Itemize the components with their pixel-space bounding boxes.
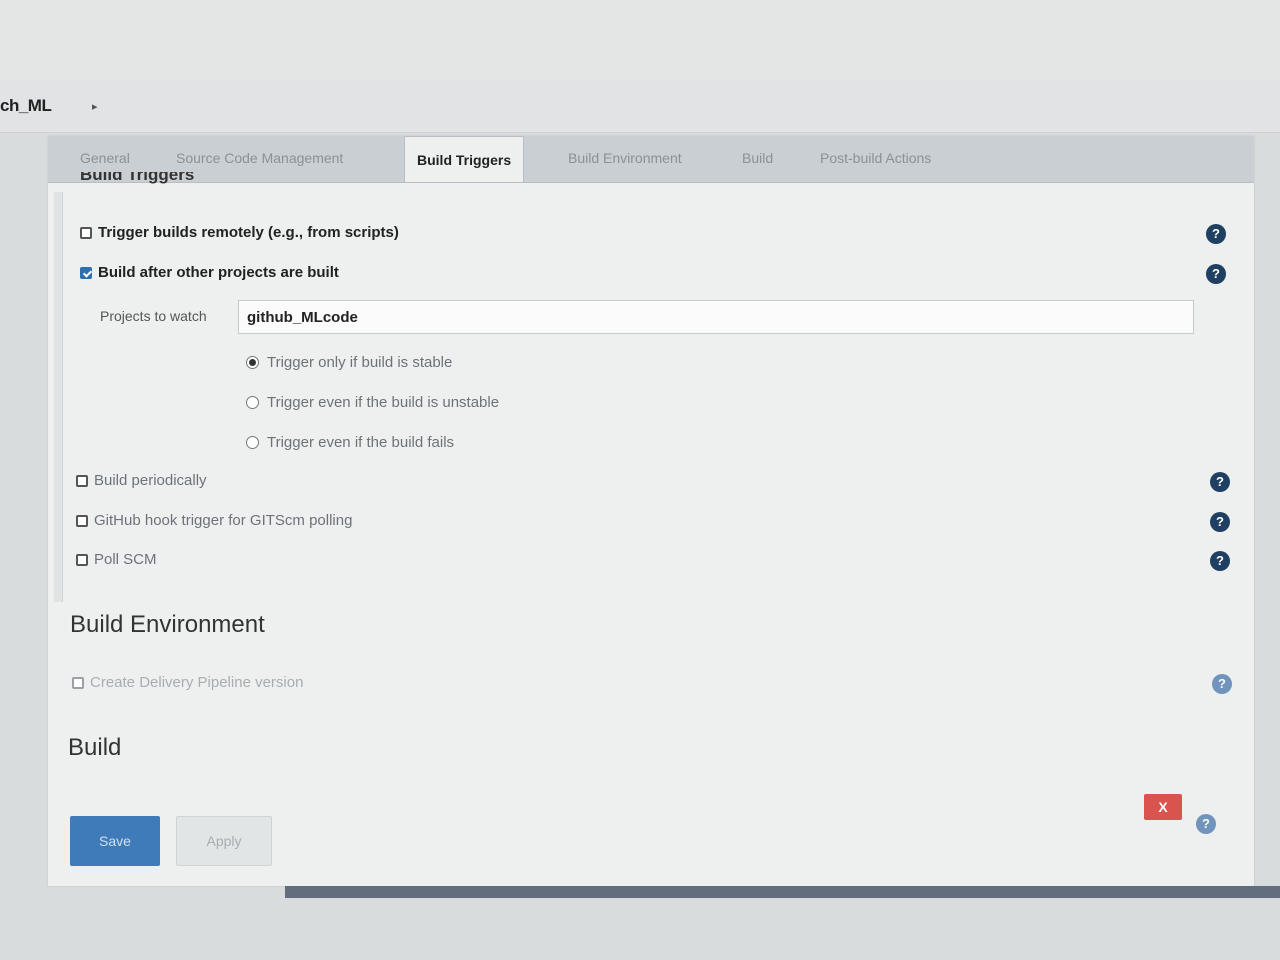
delivery-pipeline-label: Create Delivery Pipeline version [90, 674, 304, 691]
projects-to-watch-input[interactable] [238, 300, 1194, 334]
delete-button[interactable]: X [1144, 794, 1182, 820]
radio-stable-row[interactable]: Trigger only if build is stable [246, 354, 452, 371]
github-hook-checkbox[interactable] [76, 514, 88, 527]
poll-scm-label: Poll SCM [94, 551, 157, 568]
github-hook-row[interactable]: GitHub hook trigger for GITScm polling [76, 512, 352, 529]
tab-general[interactable]: General [80, 150, 130, 166]
radio-stable-label: Trigger only if build is stable [267, 354, 453, 371]
trigger-remote-row[interactable]: Trigger builds remotely (e.g., from scri… [80, 224, 399, 241]
build-periodically-row[interactable]: Build periodically [76, 472, 207, 489]
trigger-after-other-checkbox[interactable] [80, 266, 92, 279]
section-header-build-triggers: Build Triggers [80, 172, 195, 184]
top-band [0, 0, 1280, 80]
trigger-after-other-row[interactable]: Build after other projects are built [80, 264, 339, 281]
radio-unstable-label: Trigger even if the build is unstable [267, 394, 500, 411]
poll-scm-row[interactable]: Poll SCM [76, 551, 157, 568]
tab-post-build-actions[interactable]: Post-build Actions [820, 150, 931, 166]
breadcrumb-bar [0, 80, 1280, 133]
tab-bar: General Source Code Management Build Tri… [48, 136, 1254, 183]
help-icon[interactable]: ? [1212, 674, 1232, 694]
breadcrumb-arrow-icon[interactable]: ▸ [92, 100, 98, 113]
trigger-remote-label: Trigger builds remotely (e.g., from scri… [98, 224, 399, 241]
github-hook-label: GitHub hook trigger for GITScm polling [94, 512, 353, 529]
tab-build[interactable]: Build [742, 150, 773, 166]
radio-unstable[interactable] [246, 396, 259, 409]
delivery-pipeline-checkbox[interactable] [72, 676, 84, 689]
projects-to-watch-label: Projects to watch [100, 308, 207, 324]
config-panel: General Source Code Management Build Tri… [48, 136, 1254, 886]
radio-fails-row[interactable]: Trigger even if the build fails [246, 434, 454, 451]
build-periodically-checkbox[interactable] [76, 474, 88, 487]
trigger-after-other-label: Build after other projects are built [98, 264, 339, 281]
radio-unstable-row[interactable]: Trigger even if the build is unstable [246, 394, 499, 411]
build-environment-heading: Build Environment [70, 611, 265, 638]
help-icon[interactable]: ? [1210, 472, 1230, 492]
breadcrumb-job[interactable]: ch_ML [0, 96, 52, 116]
radio-stable[interactable] [246, 356, 259, 369]
help-icon[interactable]: ? [1210, 551, 1230, 571]
delivery-pipeline-row[interactable]: Create Delivery Pipeline version [72, 674, 303, 691]
section-indent-bar [54, 192, 63, 602]
trigger-remote-checkbox[interactable] [80, 226, 92, 239]
help-icon[interactable]: ? [1210, 512, 1230, 532]
radio-fails[interactable] [246, 436, 259, 449]
help-icon[interactable]: ? [1196, 814, 1216, 834]
save-button[interactable]: Save [70, 816, 160, 866]
help-icon[interactable]: ? [1206, 224, 1226, 244]
tab-build-environment[interactable]: Build Environment [568, 150, 682, 166]
help-icon[interactable]: ? [1206, 264, 1226, 284]
tab-source-code-management[interactable]: Source Code Management [176, 150, 343, 166]
tab-build-triggers[interactable]: Build Triggers [404, 136, 525, 182]
apply-button[interactable]: Apply [176, 816, 272, 866]
radio-fails-label: Trigger even if the build fails [267, 434, 455, 451]
build-periodically-label: Build periodically [94, 472, 207, 489]
build-heading: Build [68, 734, 122, 761]
bottom-scroll-bar[interactable] [285, 886, 1280, 898]
poll-scm-checkbox[interactable] [76, 553, 88, 566]
